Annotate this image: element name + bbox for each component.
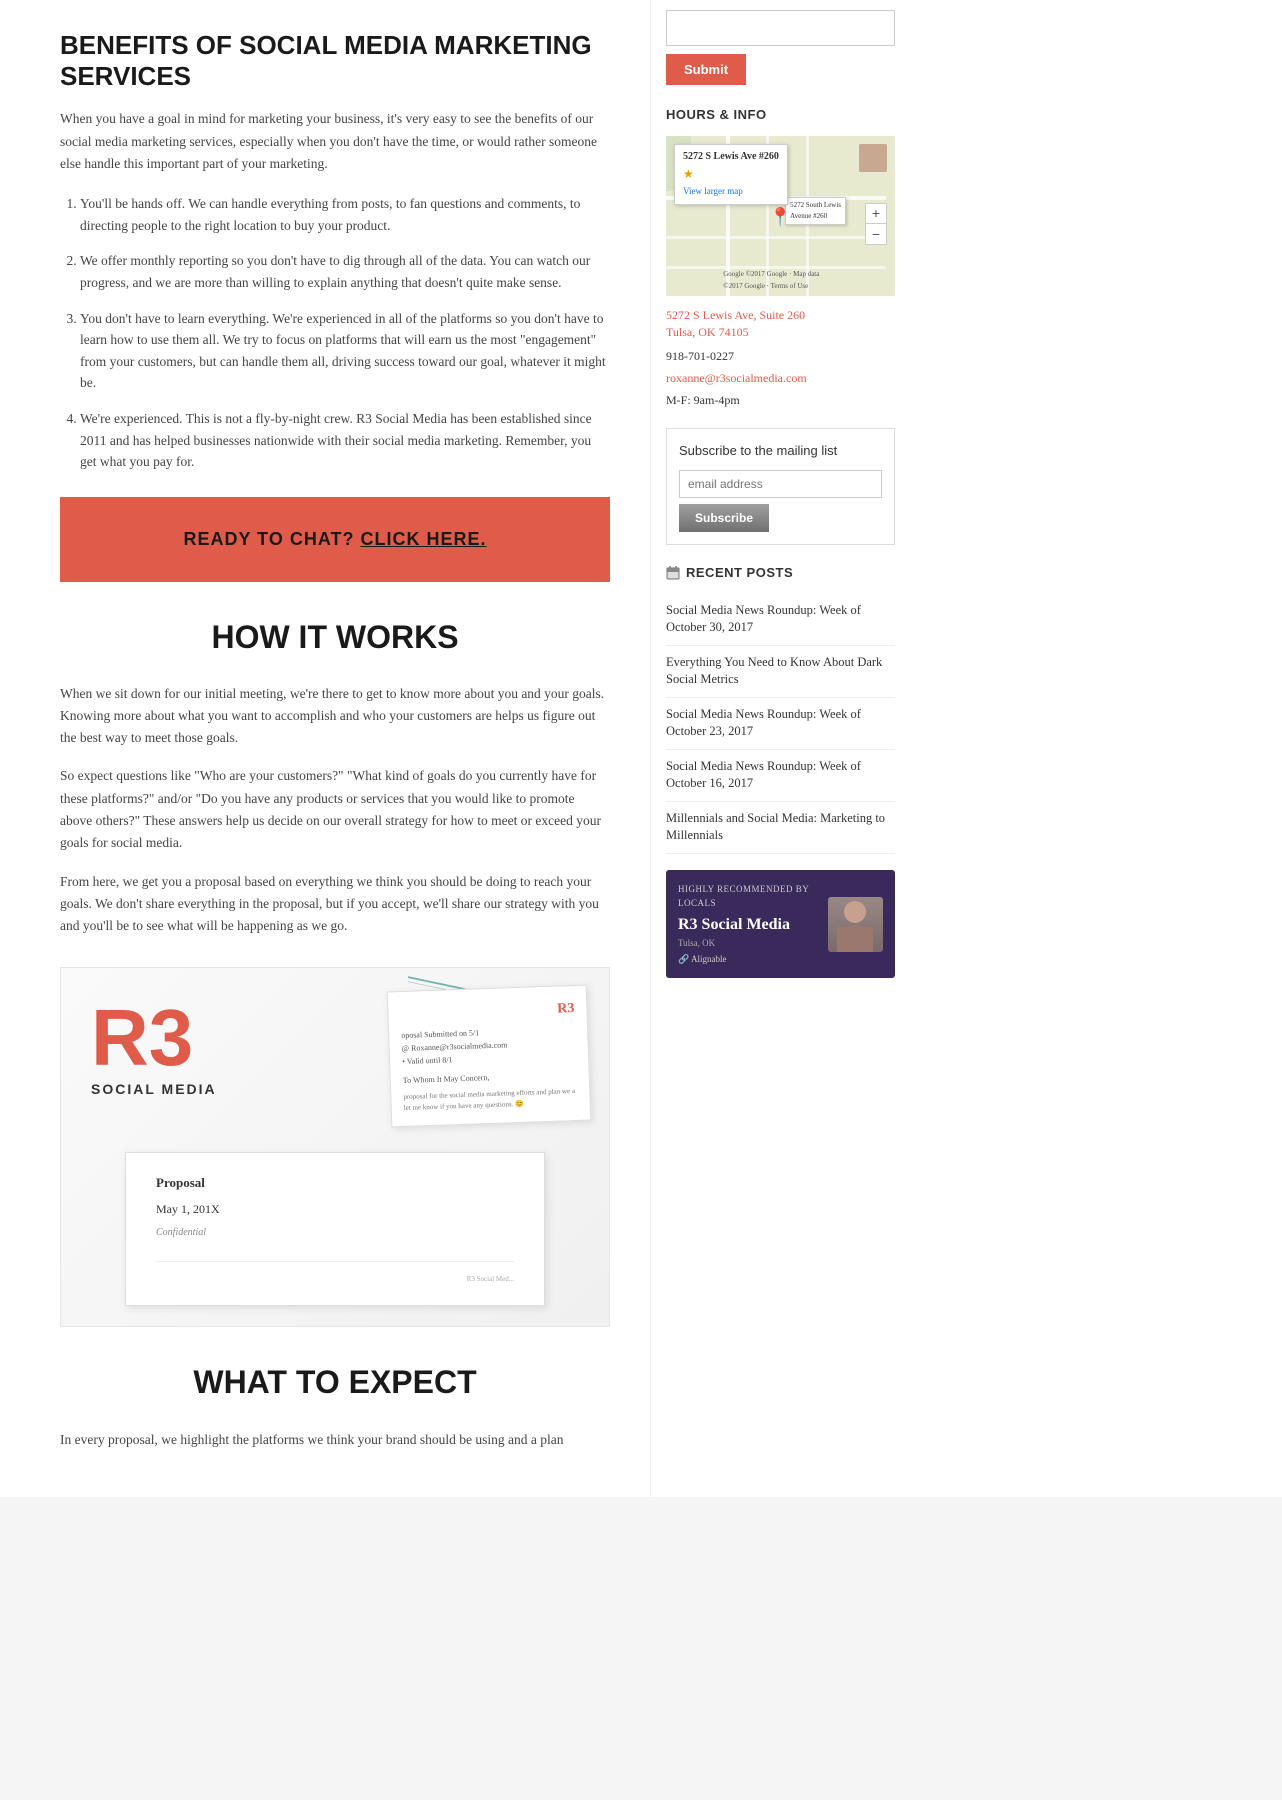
recent-post-link-1[interactable]: Social Media News Roundup: Week of Octob… [666,602,895,637]
map-zoom[interactable]: + − [865,203,887,245]
location-email[interactable]: roxanne@r3socialmedia.com [666,369,895,388]
recent-post-item-4[interactable]: Social Media News Roundup: Week of Octob… [666,750,895,802]
mailing-list-box: Subscribe to the mailing list Subscribe [666,428,895,545]
what-to-expect-title: WHAT TO EXPECT [60,1357,610,1408]
email-input[interactable] [679,470,882,498]
location-hours: M-F: 9am-4pm [666,393,740,407]
how-paragraph-3: From here, we get you a proposal based o… [60,871,610,938]
recent-post-link-3[interactable]: Social Media News Roundup: Week of Octob… [666,706,895,741]
recent-posts-section: RECENT POSTS Social Media News Roundup: … [666,563,895,854]
mailing-list-title: Subscribe to the mailing list [679,441,882,462]
recent-post-link-4[interactable]: Social Media News Roundup: Week of Octob… [666,758,895,793]
map-pin-label: 5272 South Lewis Avenue #260 [785,197,846,225]
sidebar: Submit HOURS & INFO [650,0,910,1497]
benefit-item-4: We're experienced. This is not a fly-by-… [80,408,610,473]
benefits-title: BENEFITS OF SOCIAL MEDIA MARKETING SERVI… [60,30,610,92]
map-zoom-out[interactable]: − [866,224,886,244]
recent-posts-title: RECENT POSTS [666,563,895,584]
submit-button[interactable]: Submit [666,54,746,85]
recent-post-item-3[interactable]: Social Media News Roundup: Week of Octob… [666,698,895,750]
map: 5272 S Lewis Ave #260 ★ View larger map … [666,136,895,296]
proposal-logo: R3 SOCIAL MEDIA [91,998,217,1100]
sidebar-form: Submit [666,10,895,85]
benefit-item-3: You don't have to learn everything. We'r… [80,308,610,394]
map-avatar [859,144,887,172]
how-it-works-title: HOW IT WORKS [60,612,610,663]
google-logo: Google ©2017 Google · Map data ©2017 Goo… [723,269,838,291]
location-city: Tulsa, OK 74105 [666,323,895,342]
recent-post-item-5[interactable]: Millennials and Social Media: Marketing … [666,802,895,854]
sidebar-input-field[interactable] [666,10,895,46]
proposal-image: R3 SOCIAL MEDIA R3 oposal Submitted on 5… [60,967,610,1327]
recent-post-item-1[interactable]: Social Media News Roundup: Week of Octob… [666,594,895,646]
location-phone: 918-701-0227 [666,349,734,363]
alignable-badge[interactable]: Highly Recommended by Locals R3 Social M… [666,870,895,979]
how-paragraph-1: When we sit down for our initial meeting… [60,683,610,750]
proposal-right-paper: R3 oposal Submitted on 5/1 @ Roxanne@r3s… [387,985,592,1128]
recent-post-link-5[interactable]: Millennials and Social Media: Marketing … [666,810,895,845]
cta-banner[interactable]: READY TO CHAT? CLICK HERE. [60,497,610,582]
map-info-box: 5272 S Lewis Ave #260 ★ View larger map [674,144,788,205]
alignable-photo [828,897,883,952]
what-to-expect-text: In every proposal, we highlight the plat… [60,1429,610,1451]
calendar-icon [666,566,680,580]
benefit-item-2: We offer monthly reporting so you don't … [80,250,610,293]
recent-post-link-2[interactable]: Everything You Need to Know About Dark S… [666,654,895,689]
hours-info-title: HOURS & INFO [666,105,895,126]
benefits-list: You'll be hands off. We can handle every… [60,193,610,473]
map-zoom-in[interactable]: + [866,204,886,224]
cta-text: READY TO CHAT? CLICK HERE. [183,529,486,549]
benefits-intro: When you have a goal in mind for marketi… [60,108,610,175]
benefit-item-1: You'll be hands off. We can handle every… [80,193,610,236]
subscribe-button[interactable]: Subscribe [679,504,769,532]
how-paragraph-2: So expect questions like "Who are your c… [60,765,610,854]
recent-post-item-2[interactable]: Everything You Need to Know About Dark S… [666,646,895,698]
proposal-bottom-paper: Proposal May 1, 201X Confidential R3 Soc… [125,1152,545,1306]
